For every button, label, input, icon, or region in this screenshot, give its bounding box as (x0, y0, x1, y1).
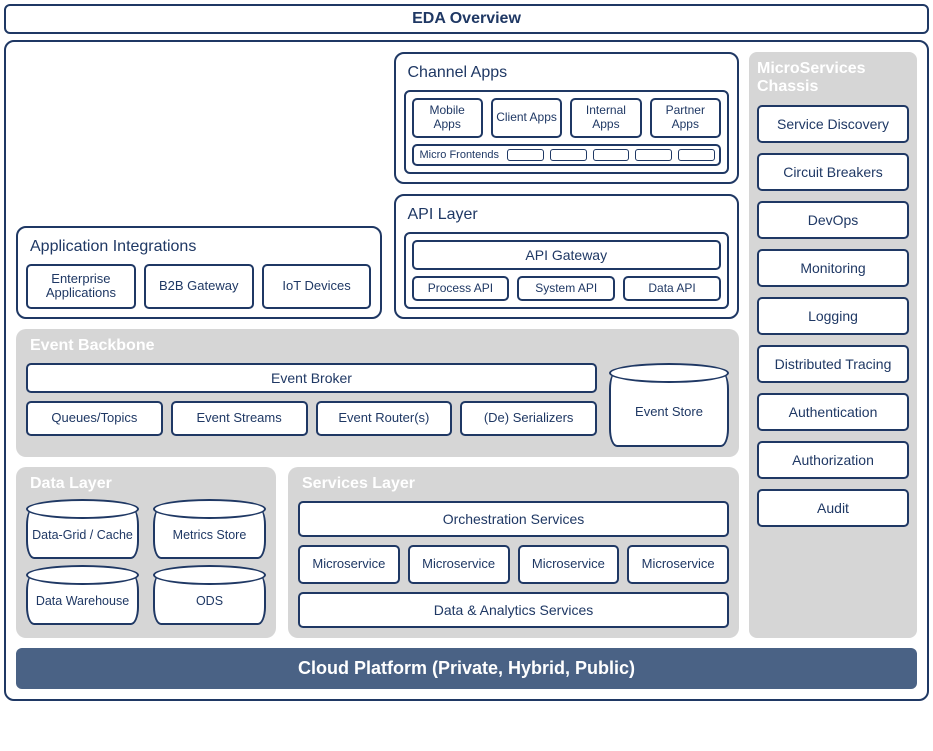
ods-cylinder: ODS (153, 573, 266, 625)
micro-frontend-slot (678, 149, 715, 161)
authorization-box: Authorization (757, 441, 909, 479)
micro-frontend-slot (507, 149, 544, 161)
data-analytics-services-box: Data & Analytics Services (298, 592, 729, 628)
b2b-gateway-box: B2B Gateway (144, 264, 254, 310)
microservice-box: Microservice (408, 545, 510, 584)
microservice-box: Microservice (298, 545, 400, 584)
microservices-chassis-title: MicroServices Chassis (757, 60, 909, 97)
micro-frontend-slot (550, 149, 587, 161)
internal-apps-box: Internal Apps (570, 98, 641, 138)
process-api-box: Process API (412, 276, 510, 302)
channel-apps-title: Channel Apps (408, 64, 730, 82)
diagram-frame: Application Integrations Enterprise Appl… (4, 40, 929, 701)
event-streams-box: Event Streams (171, 401, 308, 436)
application-integrations-title: Application Integrations (30, 238, 372, 256)
circuit-breakers-box: Circuit Breakers (757, 153, 909, 191)
logging-box: Logging (757, 297, 909, 335)
authentication-box: Authentication (757, 393, 909, 431)
monitoring-box: Monitoring (757, 249, 909, 287)
data-layer-title: Data Layer (30, 475, 266, 493)
api-gateway-box: API Gateway (412, 240, 722, 270)
diagram-title: EDA Overview (4, 4, 929, 34)
microservice-box: Microservice (518, 545, 620, 584)
service-discovery-box: Service Discovery (757, 105, 909, 143)
mobile-apps-box: Mobile Apps (412, 98, 483, 138)
api-layer-title: API Layer (408, 206, 730, 224)
orchestration-services-box: Orchestration Services (298, 501, 729, 537)
application-integrations-panel: Application Integrations Enterprise Appl… (16, 226, 382, 320)
services-layer-title: Services Layer (302, 475, 729, 493)
data-api-box: Data API (623, 276, 721, 302)
client-apps-box: Client Apps (491, 98, 562, 138)
event-store-cylinder: Event Store (609, 371, 729, 447)
enterprise-applications-box: Enterprise Applications (26, 264, 136, 310)
micro-frontends-label: Micro Frontends (418, 149, 501, 161)
partner-apps-box: Partner Apps (650, 98, 721, 138)
system-api-box: System API (517, 276, 615, 302)
metrics-store-cylinder: Metrics Store (153, 507, 266, 559)
queues-topics-box: Queues/Topics (26, 401, 163, 436)
microservice-box: Microservice (627, 545, 729, 584)
iot-devices-box: IoT Devices (262, 264, 372, 310)
data-warehouse-cylinder: Data Warehouse (26, 573, 139, 625)
cloud-platform-bar: Cloud Platform (Private, Hybrid, Public) (16, 648, 917, 689)
micro-frontend-slot (593, 149, 630, 161)
data-layer-panel: Data Layer Data-Grid / Cache Metrics Sto… (16, 467, 276, 638)
data-grid-cache-cylinder: Data-Grid / Cache (26, 507, 139, 559)
event-broker-box: Event Broker (26, 363, 597, 393)
channel-apps-panel: Channel Apps Mobile Apps Client Apps Int… (394, 52, 740, 184)
services-layer-panel: Services Layer Orchestration Services Mi… (288, 467, 739, 638)
event-backbone-title: Event Backbone (30, 337, 729, 355)
micro-frontend-slot (635, 149, 672, 161)
deserializers-box: (De) Serializers (460, 401, 597, 436)
microservices-chassis-panel: MicroServices Chassis Service Discovery … (749, 52, 917, 638)
audit-box: Audit (757, 489, 909, 527)
distributed-tracing-box: Distributed Tracing (757, 345, 909, 383)
event-routers-box: Event Router(s) (316, 401, 453, 436)
micro-frontends-row: Micro Frontends (412, 144, 722, 166)
api-layer-panel: API Layer API Gateway Process API System… (394, 194, 740, 320)
devops-box: DevOps (757, 201, 909, 239)
event-backbone-panel: Event Backbone Event Broker Queues/Topic… (16, 329, 739, 457)
